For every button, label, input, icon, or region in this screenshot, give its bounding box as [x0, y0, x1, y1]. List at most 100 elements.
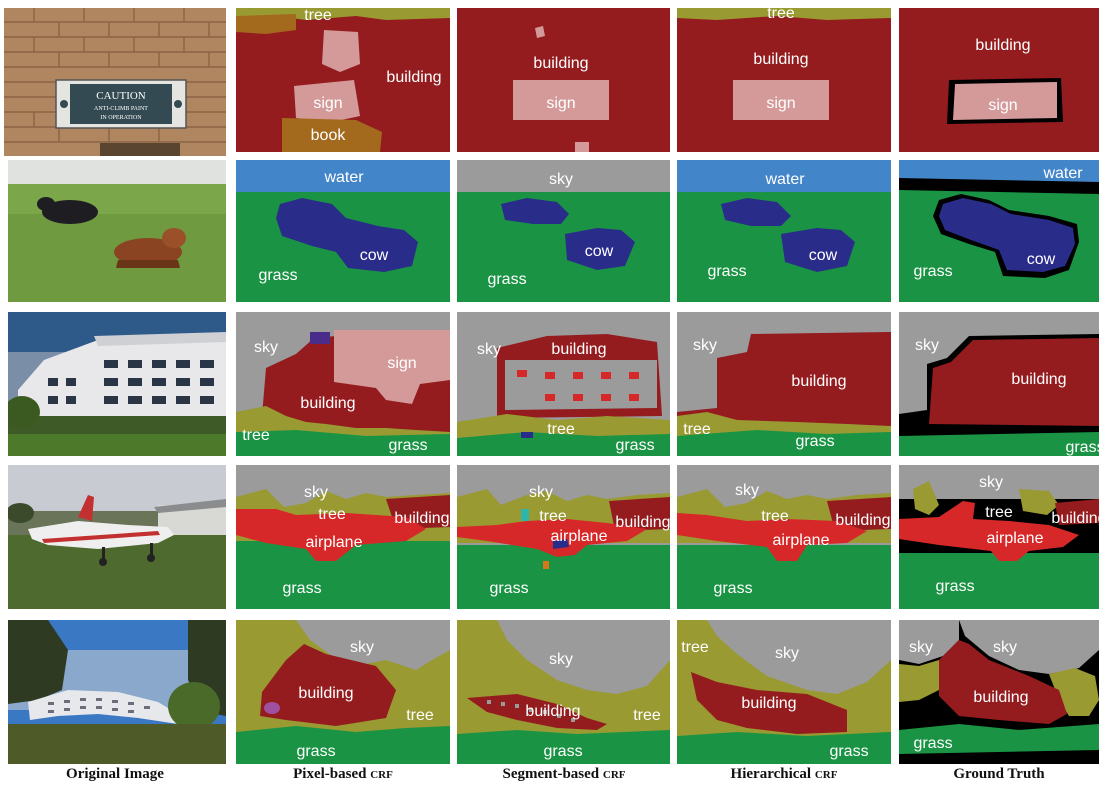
- region-label: tree: [304, 8, 332, 24]
- region-label: grass: [388, 437, 427, 454]
- column-caption-hierarchical-crf: Hierarchical CRF: [674, 766, 894, 783]
- region-label: grass: [296, 743, 335, 760]
- region-label: water: [764, 171, 805, 188]
- column-caption-original-image: Original Image: [5, 766, 225, 783]
- region-label: building: [533, 55, 588, 72]
- region-label: grass: [935, 578, 974, 595]
- segmentation-row-1-hierarchical-crf: tree building sign: [677, 8, 891, 152]
- region-label: building: [525, 703, 580, 720]
- original-image-row-2: [8, 160, 226, 302]
- region-label: grass: [258, 267, 297, 284]
- region-label: tree: [633, 707, 661, 724]
- region-label: tree: [681, 639, 709, 656]
- region-label: grass: [1065, 439, 1099, 456]
- segmentation-row-5-segment-crf: sky building tree grass: [457, 620, 670, 764]
- region-label: tree: [406, 707, 434, 724]
- region-label: grass: [913, 263, 952, 280]
- region-label: sky: [304, 484, 328, 501]
- region-label: airplane: [306, 534, 363, 551]
- region-label: tree: [318, 506, 346, 523]
- segmentation-row-3-pixel-crf: sky sign building tree grass: [236, 312, 450, 456]
- segmentation-row-4-hierarchical-crf: sky tree building airplane grass: [677, 465, 891, 609]
- caption-suffix: CRF: [370, 769, 393, 781]
- segmentation-row-3-ground-truth: sky building grass: [899, 312, 1099, 456]
- region-label: sky: [993, 639, 1017, 656]
- segmentation-row-2-pixel-crf: water grass cow: [236, 160, 450, 302]
- region-label: sky: [775, 645, 799, 662]
- region-label: sky: [979, 474, 1003, 491]
- original-image-row-4: [8, 465, 226, 609]
- caption-text: Original Image: [66, 766, 164, 782]
- region-label: grass: [615, 437, 654, 454]
- segmentation-row-1-ground-truth: building sign: [899, 8, 1099, 152]
- region-label: building: [741, 695, 796, 712]
- segmentation-row-5-ground-truth: sky sky building grass: [899, 620, 1099, 764]
- region-label: tree: [683, 421, 711, 438]
- region-label: grass: [489, 580, 528, 597]
- caption-suffix: CRF: [602, 769, 626, 781]
- region-label: tree: [985, 504, 1013, 521]
- column-caption-pixel-based-crf: Pixel-based CRF: [233, 766, 453, 783]
- region-label: sky: [909, 639, 933, 656]
- region-label: sky: [735, 482, 759, 499]
- region-label: sign: [387, 355, 416, 372]
- original-image-row-3: [8, 312, 226, 456]
- region-label: tree: [242, 427, 270, 444]
- sign-text-line2: ANTI-CLIMB PAINT: [94, 106, 148, 112]
- region-label: book: [311, 127, 347, 144]
- region-label: grass: [713, 580, 752, 597]
- region-label: sign: [546, 95, 575, 112]
- region-label: building: [973, 689, 1028, 706]
- region-label: grass: [282, 580, 321, 597]
- segmentation-row-5-pixel-crf: sky building tree grass: [236, 620, 450, 764]
- region-label: grass: [707, 263, 746, 280]
- column-caption-ground-truth: Ground Truth: [889, 766, 1106, 783]
- region-label: airplane: [551, 528, 608, 545]
- region-label: building: [615, 514, 670, 531]
- segmentation-row-1-pixel-crf: tree building sign book: [236, 8, 450, 152]
- region-label: sky: [254, 339, 278, 356]
- region-label: sign: [766, 95, 795, 112]
- sign-text-line3: IN OPERATION: [100, 115, 142, 121]
- segmentation-row-3-hierarchical-crf: sky building tree grass: [677, 312, 891, 456]
- region-label: sign: [313, 95, 342, 112]
- original-image-row-1: CAUTION ANTI-CLIMB PAINT IN OPERATION: [4, 8, 226, 156]
- region-label: building: [975, 37, 1030, 54]
- segmentation-row-5-hierarchical-crf: tree sky building grass: [677, 620, 891, 764]
- segmentation-row-1-segment-crf: building sign: [457, 8, 670, 152]
- segmentation-row-2-segment-crf: sky cow grass: [457, 160, 670, 302]
- region-label: sign: [988, 97, 1017, 114]
- region-label: building: [791, 373, 846, 390]
- region-label: water: [1042, 165, 1083, 182]
- region-label: grass: [829, 743, 868, 760]
- caption-text: Ground Truth: [953, 766, 1045, 782]
- region-label: tree: [539, 508, 567, 525]
- region-label: tree: [761, 508, 789, 525]
- segmentation-row-4-ground-truth: sky tree building airplane grass: [899, 465, 1099, 609]
- caption-suffix: CRF: [814, 769, 838, 781]
- caption-text: Pixel-based: [293, 766, 371, 782]
- region-label: grass: [487, 271, 526, 288]
- region-label: building: [300, 395, 355, 412]
- region-label: sky: [350, 639, 374, 656]
- region-label: building: [835, 512, 890, 529]
- segmentation-row-3-segment-crf: sky building tree grass: [457, 312, 670, 456]
- region-label: grass: [795, 433, 834, 450]
- region-label: sky: [477, 341, 501, 358]
- region-label: building: [1011, 371, 1066, 388]
- region-label: building: [551, 341, 606, 358]
- region-label: tree: [767, 8, 795, 22]
- caption-text: Segment-based: [502, 766, 603, 782]
- column-caption-segment-based-crf: Segment-based CRF: [454, 766, 674, 783]
- region-label: sky: [549, 171, 573, 188]
- region-label: sky: [549, 651, 573, 668]
- segmentation-row-2-ground-truth: water grass cow: [899, 160, 1099, 302]
- region-label: building: [298, 685, 353, 702]
- region-label: sky: [915, 337, 939, 354]
- region-label: airplane: [987, 530, 1044, 547]
- segmentation-row-4-pixel-crf: sky tree building airplane grass: [236, 465, 450, 609]
- region-label: building: [386, 69, 441, 86]
- region-label: building: [394, 510, 449, 527]
- region-label: building: [753, 51, 808, 68]
- segmentation-row-2-hierarchical-crf: water cow grass: [677, 160, 891, 302]
